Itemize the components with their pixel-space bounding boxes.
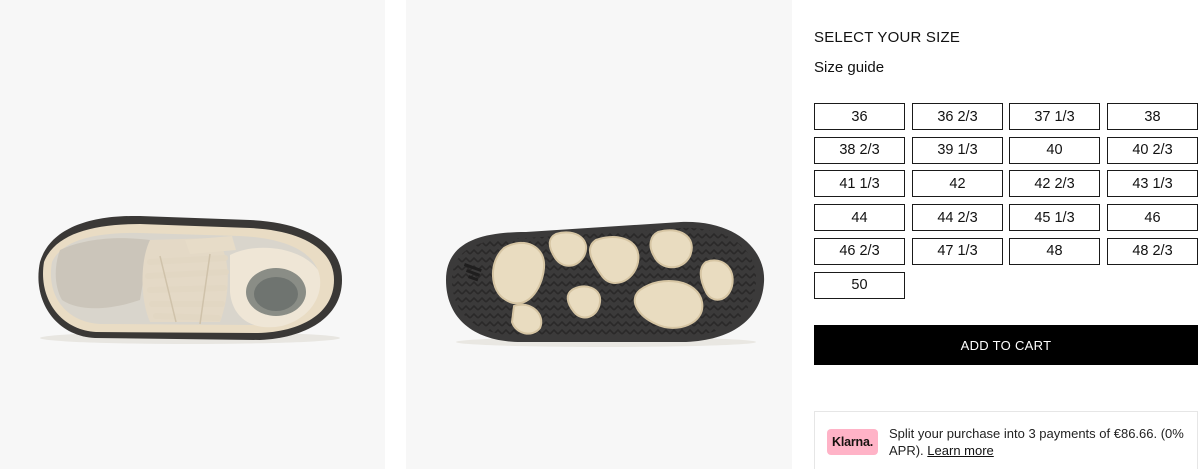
size-option-button[interactable]: 36 2/3 — [912, 103, 1003, 130]
product-image-sole-view[interactable] — [406, 0, 792, 469]
size-option-button[interactable]: 47 1/3 — [912, 237, 1003, 265]
size-option-button[interactable]: 40 — [1009, 136, 1100, 164]
klarna-learn-more-link[interactable]: Learn more — [927, 443, 993, 458]
size-option-button[interactable]: 45 1/3 — [1009, 204, 1100, 232]
size-option-button[interactable]: 41 1/3 — [814, 170, 905, 198]
klarna-logo: Klarna. — [827, 429, 878, 455]
add-to-cart-button[interactable]: ADD TO CART — [814, 325, 1198, 365]
size-guide-link[interactable]: Size guide — [814, 59, 884, 76]
size-option-button[interactable]: 38 2/3 — [814, 136, 905, 164]
sneaker-top-view-image — [38, 215, 343, 344]
size-option-button[interactable]: 48 — [1009, 237, 1100, 265]
product-image-top-view[interactable] — [0, 0, 385, 469]
klarna-message: Split your purchase into 3 payments of €… — [889, 425, 1189, 459]
size-option-button[interactable]: 37 1/3 — [1009, 103, 1100, 130]
size-option-button[interactable]: 39 1/3 — [912, 136, 1003, 164]
size-option-button[interactable]: 44 — [814, 204, 905, 232]
size-option-button[interactable]: 43 1/3 — [1107, 170, 1198, 198]
size-option-button[interactable]: 46 2/3 — [814, 237, 905, 265]
purchase-panel: SELECT YOUR SIZE Size guide 36 36 2/3 37 1… — [814, 0, 1200, 469]
size-option-button[interactable]: 38 — [1107, 103, 1198, 130]
klarna-installments-banner: Klarna. Split your purchase into 3 payme… — [814, 411, 1198, 469]
size-option-button[interactable]: 50 — [814, 271, 905, 299]
size-option-button[interactable]: 42 — [912, 170, 1003, 198]
size-selector-heading: SELECT YOUR SIZE — [814, 29, 961, 46]
size-option-button[interactable]: 48 2/3 — [1107, 237, 1198, 265]
size-option-button[interactable]: 46 — [1107, 204, 1198, 232]
size-option-button[interactable]: 44 2/3 — [912, 204, 1003, 232]
size-option-button[interactable]: 40 2/3 — [1107, 136, 1198, 164]
sneaker-sole-image — [446, 221, 765, 347]
size-option-button[interactable]: 42 2/3 — [1009, 170, 1100, 198]
size-option-button[interactable]: 36 — [814, 103, 905, 130]
